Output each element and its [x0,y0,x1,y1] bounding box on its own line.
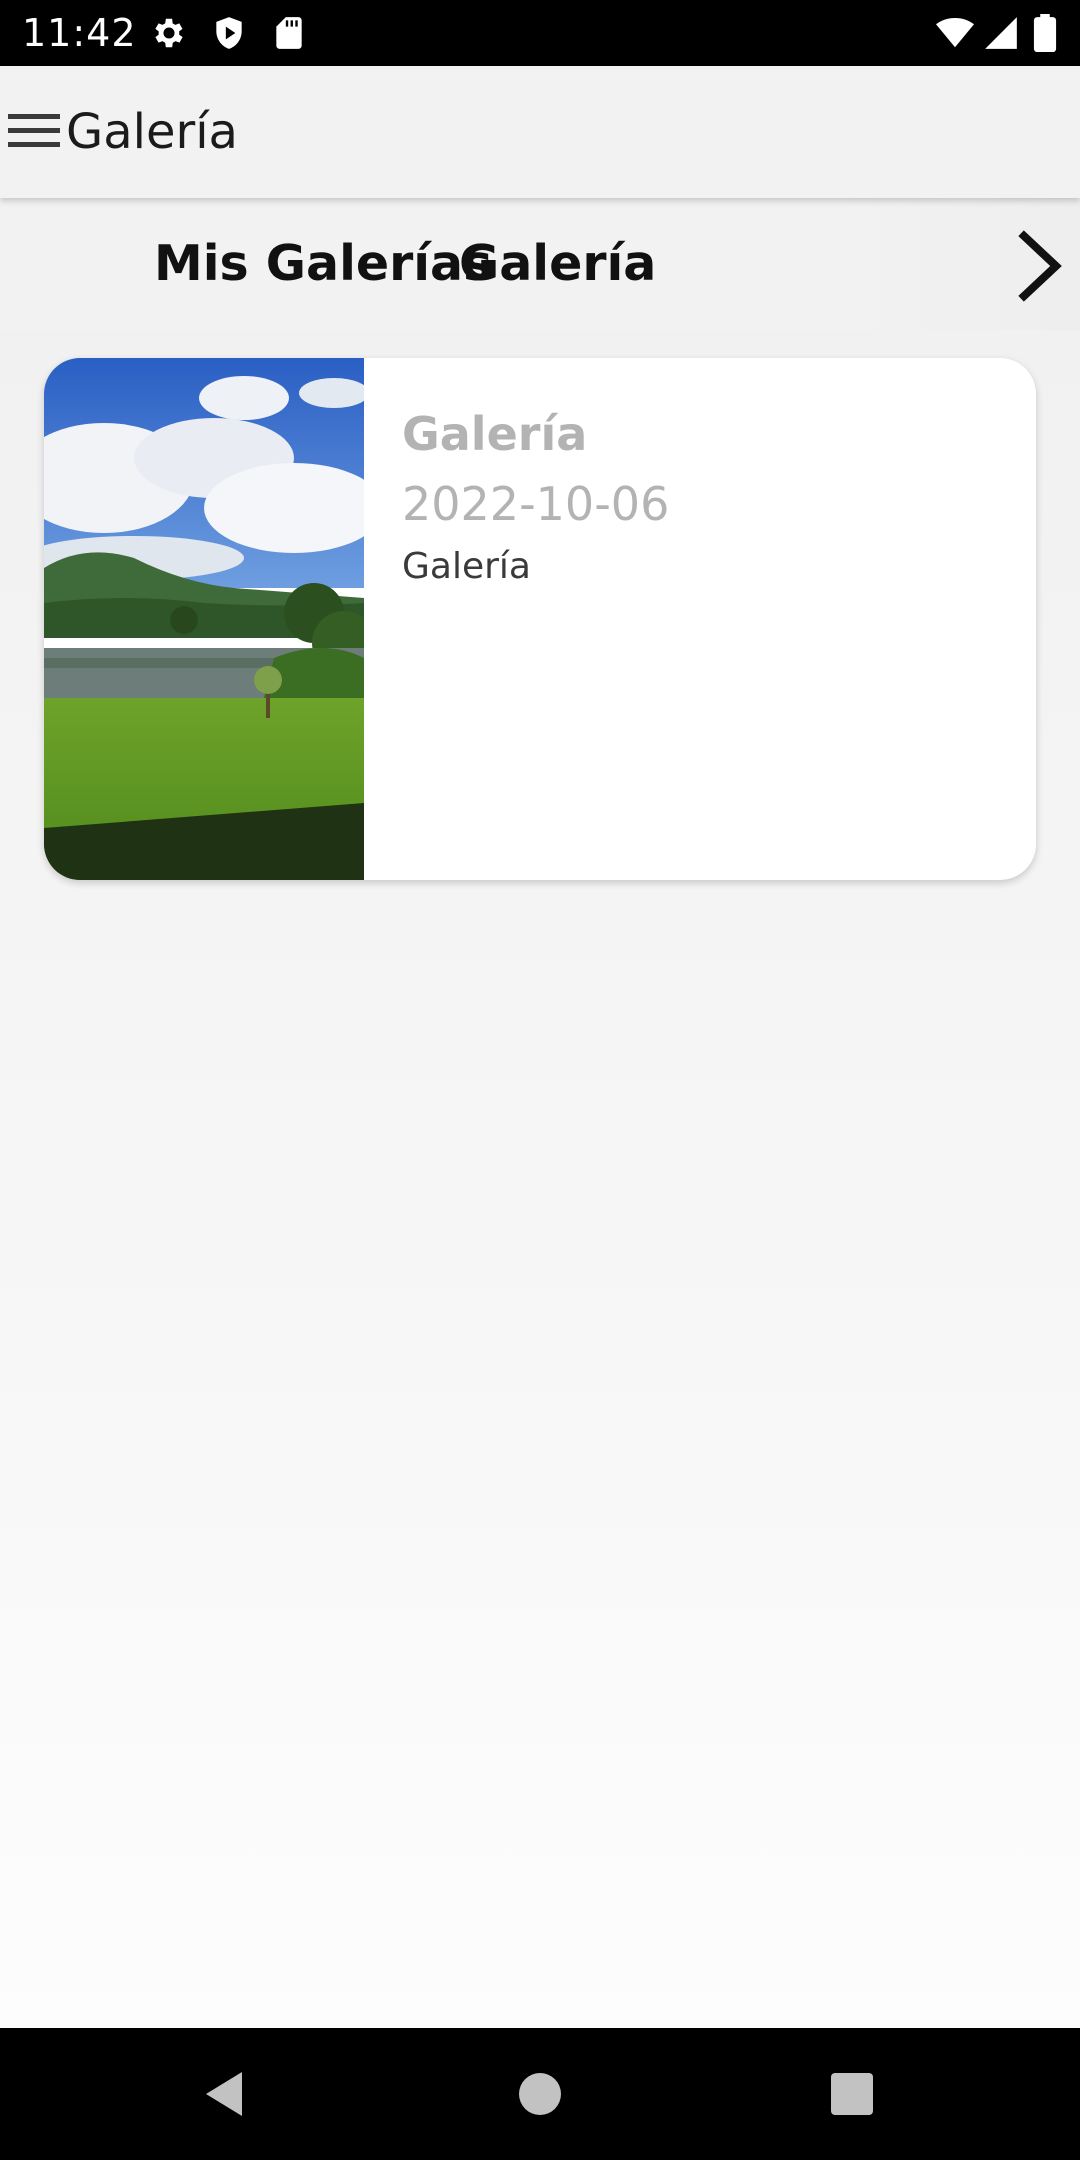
gallery-description: Galería [402,546,531,587]
cell-signal-icon [985,17,1017,49]
back-icon[interactable] [198,2064,258,2124]
chevron-right-icon[interactable] [1012,226,1068,306]
hamburger-menu-icon[interactable] [6,110,60,152]
sd-card-icon [276,17,302,49]
gallery-thumbnail-image [44,358,364,880]
status-bar: 11:42 [0,0,1080,66]
gallery-card[interactable]: Galería 2022-10-06 Galería [44,358,1036,880]
tab-galeria[interactable]: Galería [459,234,656,294]
gallery-date: 2022-10-06 [402,477,670,531]
app-bar: Galería [0,66,1080,198]
page-title: Galería [66,104,238,160]
tab-strip: Mis Galerías Galería [0,198,1080,330]
home-icon[interactable] [510,2064,570,2124]
gallery-title: Galería [402,407,588,461]
settings-gear-icon [155,18,183,48]
recents-icon[interactable] [822,2064,882,2124]
shield-play-icon [216,17,242,49]
wifi-icon [936,17,974,48]
status-time: 11:42 [22,11,137,55]
tab-mis-galerias[interactable]: Mis Galerías [154,234,492,294]
gallery-list: Galería 2022-10-06 Galería [0,330,1080,2028]
system-navigation-bar [0,2028,1080,2160]
battery-icon [1033,14,1057,52]
